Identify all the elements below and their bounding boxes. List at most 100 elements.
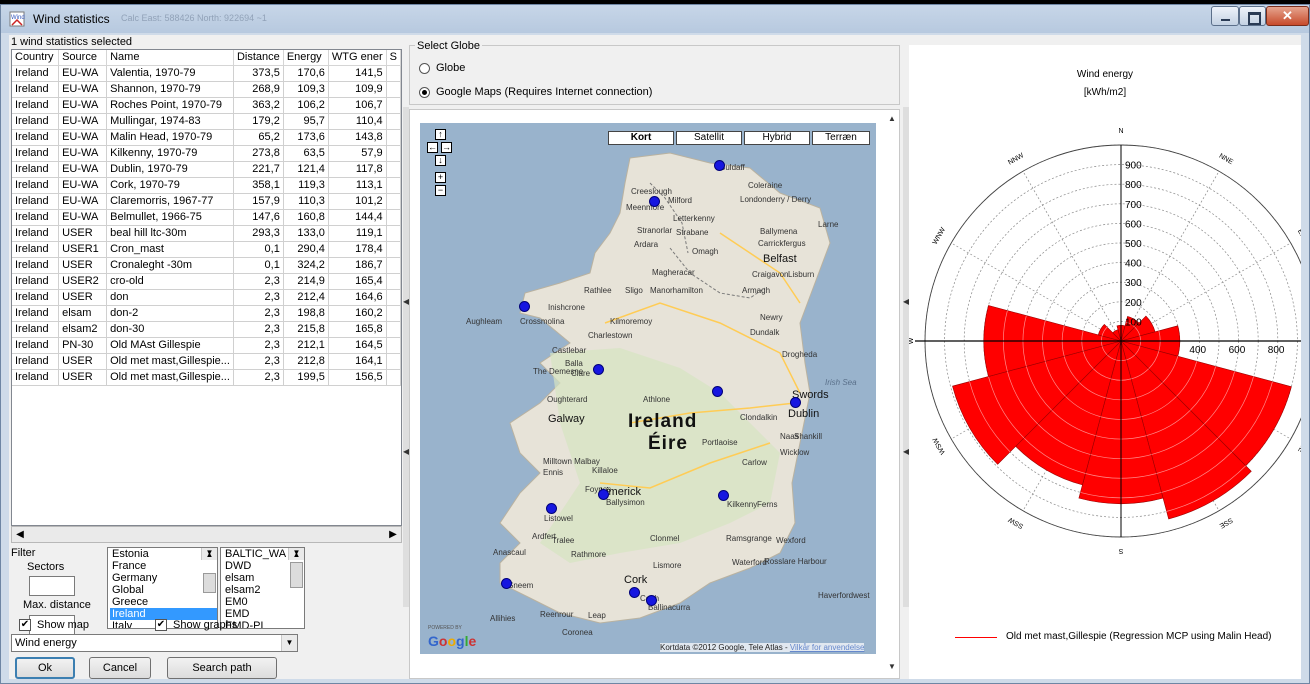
- ok-button[interactable]: Ok: [15, 657, 75, 679]
- show-graphs-checkbox[interactable]: ✔: [155, 619, 167, 631]
- map-tab[interactable]: Hybrid: [744, 131, 810, 145]
- column-header[interactable]: Distance: [233, 50, 284, 66]
- list-item[interactable]: Greece: [110, 596, 217, 608]
- table-cell: 373,5: [233, 65, 284, 82]
- table-row[interactable]: Ireland EU-WA Claremorris, 1967-77 157,9 110…: [12, 193, 401, 210]
- table-row[interactable]: Ireland elsam2 don-30 2,3 215,8 165,8: [12, 321, 401, 338]
- scroll-thumb[interactable]: [203, 573, 216, 593]
- pan-up-icon[interactable]: ↑: [435, 129, 446, 140]
- source-listbox[interactable]: BALTIC_WA DWD elsam elsam2 EM0 EMD EMD-PL ▲ ▼: [220, 547, 305, 629]
- list-item[interactable]: Germany: [110, 572, 217, 584]
- station-marker[interactable]: [598, 489, 609, 500]
- maximize-button[interactable]: [1239, 6, 1266, 26]
- station-marker[interactable]: [646, 595, 657, 606]
- table-cell: [386, 289, 401, 306]
- scroll-down-icon[interactable]: ▼: [202, 548, 217, 560]
- scroll-thumb[interactable]: [290, 562, 303, 588]
- cancel-button[interactable]: Cancel: [89, 657, 151, 679]
- place-label: Ramsgrange: [726, 534, 772, 543]
- table-row[interactable]: Ireland EU-WA Mullingar, 1974-83 179,2 95,7 1…: [12, 113, 401, 130]
- sectors-input[interactable]: [29, 576, 75, 596]
- table-row[interactable]: Ireland EU-WA Dublin, 1970-79 221,7 121,4 117…: [12, 161, 401, 178]
- title-bar[interactable]: Wind Wind statistics Calc East: 588426 N…: [1, 5, 1309, 33]
- column-header[interactable]: WTG ener: [328, 50, 387, 66]
- pan-down-icon[interactable]: ↓: [435, 155, 446, 166]
- source-list-scrollbar[interactable]: ▲ ▼: [288, 548, 304, 588]
- pan-right-icon[interactable]: →: [441, 142, 452, 153]
- table-row[interactable]: Ireland EU-WA Belmullet, 1966-75 147,6 160,8…: [12, 209, 401, 226]
- table-cell: 106,2: [283, 97, 329, 114]
- station-marker[interactable]: [718, 490, 729, 501]
- show-map-checkbox[interactable]: ✔: [19, 619, 31, 631]
- station-marker[interactable]: [712, 386, 723, 397]
- table-row[interactable]: Ireland USER Old met mast,Gillespie... 2,3 1…: [12, 369, 401, 386]
- minimize-button[interactable]: [1211, 6, 1239, 26]
- table-row[interactable]: Ireland EU-WA Cork, 1970-79 358,1 119,3 113,1: [12, 177, 401, 194]
- table-cell: 363,2: [233, 97, 284, 114]
- station-marker[interactable]: [649, 196, 660, 207]
- station-marker[interactable]: [714, 160, 725, 171]
- scroll-down-icon[interactable]: ▼: [289, 548, 304, 560]
- google-maps-radio[interactable]: [419, 87, 430, 98]
- station-marker[interactable]: [501, 578, 512, 589]
- table-row[interactable]: Ireland USER Cronaleght -30m 0,1 324,2 186,7: [12, 257, 401, 274]
- globe-radio[interactable]: [419, 63, 430, 74]
- column-header[interactable]: Energy: [283, 50, 329, 66]
- display-type-dropdown[interactable]: Wind energy ▼: [11, 634, 298, 652]
- table-row[interactable]: Ireland EU-WA Roches Point, 1970-79 363,2 10…: [12, 97, 401, 114]
- ring-label: 200: [1125, 298, 1142, 309]
- filter-label: Filter: [11, 547, 36, 559]
- list-item[interactable]: EM0: [223, 596, 304, 608]
- table-row[interactable]: Ireland elsam don-2 2,3 198,8 160,2: [12, 305, 401, 322]
- column-header[interactable]: Source: [58, 50, 108, 66]
- table-row[interactable]: Ireland PN-30 Old MAst Gillespie 2,3 212,1 16…: [12, 337, 401, 354]
- table-row[interactable]: Ireland USER2 cro-old 2,3 214,9 165,4: [12, 273, 401, 290]
- station-marker[interactable]: [790, 397, 801, 408]
- column-header[interactable]: S: [386, 50, 401, 66]
- station-marker[interactable]: [546, 503, 557, 514]
- terms-link[interactable]: Vilkår for anvendelse: [790, 643, 865, 652]
- station-marker[interactable]: [519, 301, 530, 312]
- list-item[interactable]: Global: [110, 584, 217, 596]
- pan-left-icon[interactable]: ←: [427, 142, 438, 153]
- google-logo-letter: o: [438, 633, 448, 649]
- map-tab[interactable]: Kort: [608, 131, 674, 145]
- zoom-out-icon[interactable]: −: [435, 185, 446, 196]
- map-tab[interactable]: Satellit: [676, 131, 742, 145]
- close-button[interactable]: ✕: [1266, 6, 1309, 26]
- table-cell: 0,1: [233, 241, 284, 258]
- column-header[interactable]: Country: [12, 50, 60, 66]
- column-header[interactable]: Name: [106, 50, 234, 66]
- google-map[interactable]: ↑ ← → ↓ + − Kort Satellit Hybrid Terræn Bul…: [420, 123, 876, 654]
- table-row[interactable]: Ireland USER Old met mast,Gillespie... 2,3 2…: [12, 353, 401, 370]
- station-marker[interactable]: [593, 364, 604, 375]
- grid-horizontal-scrollbar[interactable]: ◀ ▶: [11, 526, 402, 543]
- scroll-down-icon[interactable]: ▼: [888, 662, 896, 671]
- table-cell: Ireland: [12, 337, 60, 354]
- list-item[interactable]: France: [110, 560, 217, 572]
- scroll-up-icon[interactable]: ▲: [888, 114, 896, 123]
- table-row[interactable]: Ireland USER don 2,3 212,4 164,6: [12, 289, 401, 306]
- table-cell: 2,3: [233, 305, 284, 322]
- map-vertical-scrollbar[interactable]: ▲ ▼: [884, 110, 900, 678]
- map-tab[interactable]: Terræn: [812, 131, 870, 145]
- zoom-in-icon[interactable]: +: [435, 172, 446, 183]
- table-cell: 165,4: [328, 273, 387, 290]
- table-cell: 170,6: [283, 65, 329, 82]
- show-map-label: Show map: [37, 619, 89, 631]
- scroll-left-icon[interactable]: ◀: [13, 528, 27, 542]
- country-list-scrollbar[interactable]: ▲ ▼: [201, 548, 217, 593]
- table-row[interactable]: Ireland EU-WA Valentia, 1970-79 373,5 170,6 1…: [12, 65, 401, 82]
- country-listbox[interactable]: Estonia France Germany Global Greece Ireland I…: [107, 547, 218, 629]
- table-row[interactable]: Ireland USER beal hill ltc-30m 293,3 133,0 11…: [12, 225, 401, 242]
- table-cell: 156,5: [328, 369, 387, 386]
- search-path-button[interactable]: Search path: [167, 657, 277, 679]
- station-marker[interactable]: [629, 587, 640, 598]
- table-row[interactable]: Ireland EU-WA Malin Head, 1970-79 65,2 173,6…: [12, 129, 401, 146]
- table-row[interactable]: Ireland USER1 Cron_mast 0,1 290,4 178,4: [12, 241, 401, 258]
- table-row[interactable]: Ireland EU-WA Kilkenny, 1970-79 273,8 63,5 57…: [12, 145, 401, 162]
- table-row[interactable]: Ireland EU-WA Shannon, 1970-79 268,9 109,3 10…: [12, 81, 401, 98]
- scroll-right-icon[interactable]: ▶: [386, 528, 400, 542]
- chevron-down-icon[interactable]: ▼: [281, 635, 297, 651]
- wind-statistics-grid[interactable]: Country Source Name Distance Energy WTG ener S…: [11, 49, 402, 526]
